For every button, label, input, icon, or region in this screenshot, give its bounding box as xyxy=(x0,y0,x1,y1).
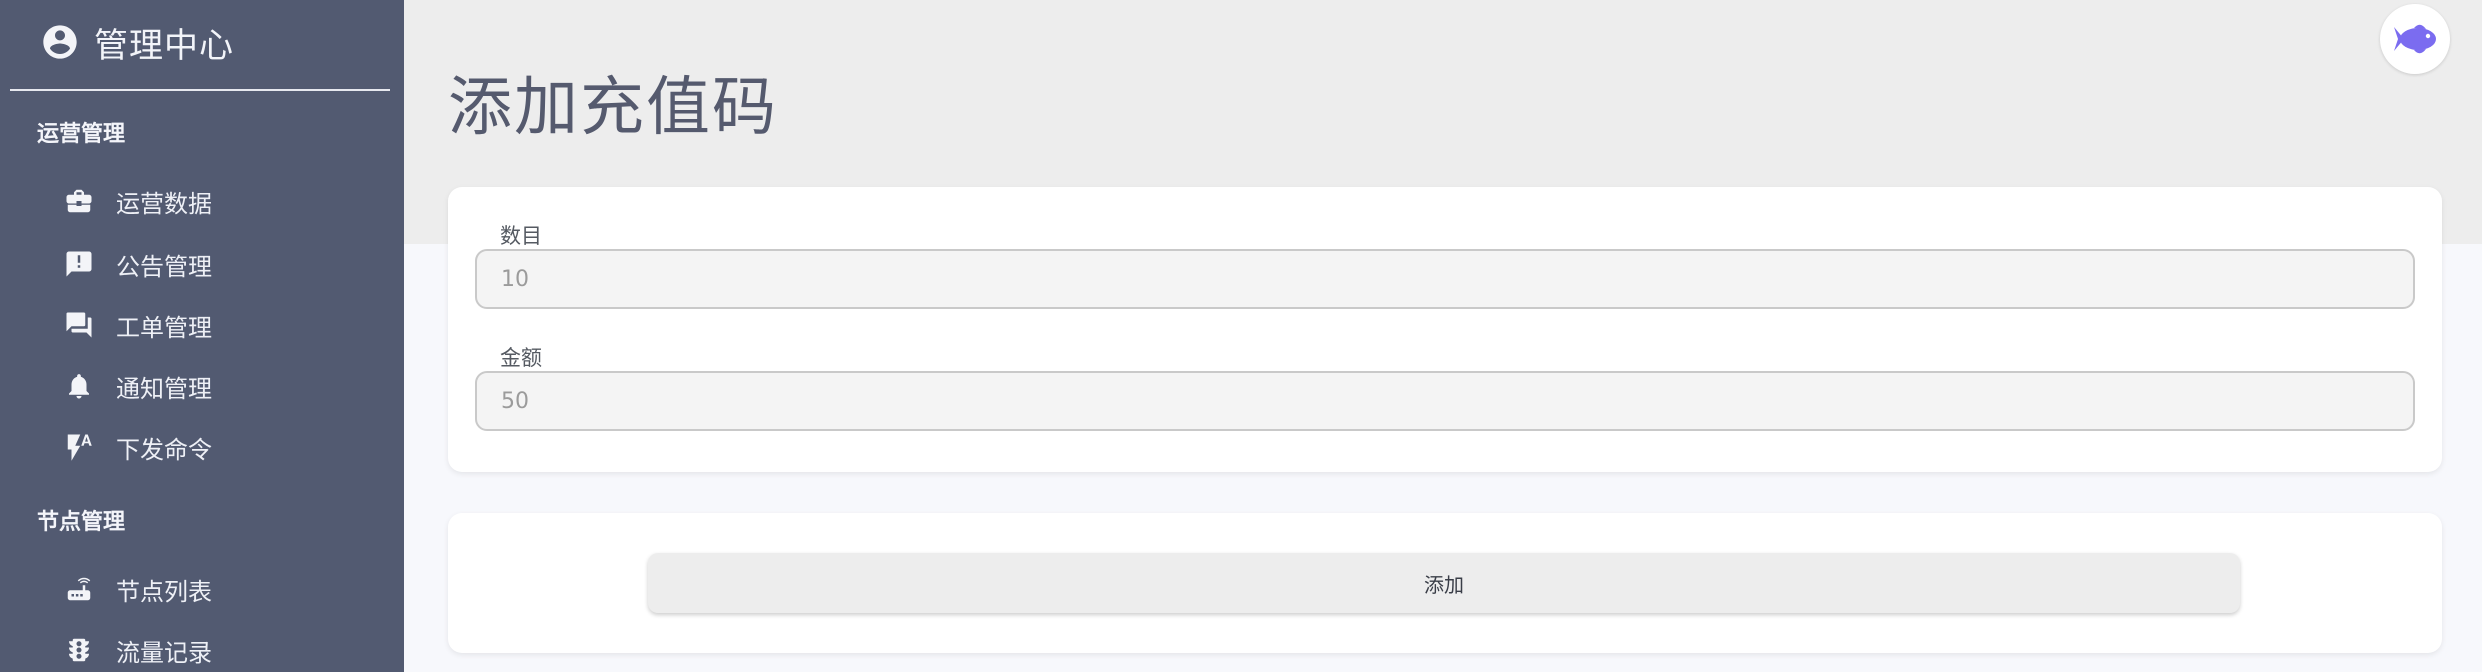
amount-input[interactable] xyxy=(475,371,2415,431)
count-label: 数目 xyxy=(500,224,542,248)
traffic-light-icon xyxy=(62,633,96,667)
sidebar-item-node-list[interactable]: 节点列表 xyxy=(0,561,404,617)
sidebar: 管理中心 运营管理 运营数据 公告管理 工单管理 通知管理 下发命令 节点管理 … xyxy=(0,0,404,672)
forum-icon xyxy=(62,308,96,342)
sidebar-item-tickets[interactable]: 工单管理 xyxy=(0,297,404,353)
sidebar-item-operations-data[interactable]: 运营数据 xyxy=(0,173,404,229)
sidebar-item-notifications[interactable]: 通知管理 xyxy=(0,358,404,414)
briefcase-icon xyxy=(62,184,96,218)
section-title-operations: 运营管理 xyxy=(37,122,126,147)
sidebar-item-label: 工单管理 xyxy=(116,313,212,342)
sidebar-item-label: 节点列表 xyxy=(116,577,212,606)
brand-title: 管理中心 xyxy=(94,25,234,66)
sidebar-item-traffic-log[interactable]: 流量记录 xyxy=(0,622,404,672)
sidebar-brand[interactable]: 管理中心 xyxy=(0,0,404,84)
page-title: 添加充值码 xyxy=(448,71,778,145)
avatar[interactable] xyxy=(2380,4,2450,74)
app-root: 管理中心 运营管理 运营数据 公告管理 工单管理 通知管理 下发命令 节点管理 … xyxy=(0,0,2482,672)
flash-auto-icon xyxy=(62,430,96,464)
sidebar-item-label: 运营数据 xyxy=(116,189,212,218)
bell-icon xyxy=(62,369,96,403)
router-icon xyxy=(62,572,96,606)
actions-card: 添加 xyxy=(448,513,2442,653)
amount-label: 金额 xyxy=(500,346,542,370)
sidebar-item-label: 下发命令 xyxy=(116,435,212,464)
count-input[interactable] xyxy=(475,249,2415,309)
sidebar-item-announcements[interactable]: 公告管理 xyxy=(0,236,404,292)
announcement-icon xyxy=(62,247,96,281)
add-button[interactable]: 添加 xyxy=(648,553,2240,613)
brand-divider xyxy=(10,89,390,91)
section-title-nodes: 节点管理 xyxy=(37,510,126,535)
sidebar-item-commands[interactable]: 下发命令 xyxy=(0,419,404,475)
account-circle-icon xyxy=(40,22,80,62)
fish-icon xyxy=(2394,24,2436,54)
recharge-code-form: 数目 金额 xyxy=(448,187,2442,472)
sidebar-item-label: 公告管理 xyxy=(116,252,212,281)
sidebar-item-label: 流量记录 xyxy=(116,638,212,667)
sidebar-item-label: 通知管理 xyxy=(116,374,212,403)
